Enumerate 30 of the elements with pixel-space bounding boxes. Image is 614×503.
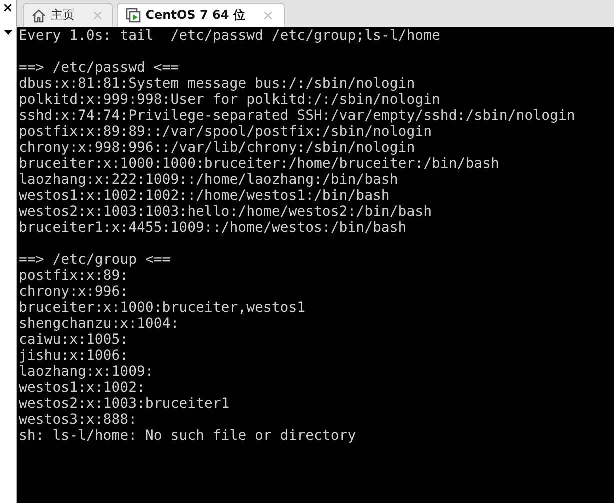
caret-icon[interactable] [4, 30, 12, 35]
terminal-line: shengchanzu:x:1004: [19, 316, 180, 332]
terminal-line: bruceiter1:x:4455:1009::/home/westos:/bin/bash [19, 220, 407, 236]
tab[interactable]: CentOS 7 64 位 × [116, 3, 286, 27]
terminal-line: westos2:x:1003:bruceiter1 [19, 396, 230, 412]
terminal-line: chrony:x:996: [19, 284, 129, 300]
vm-icon [126, 8, 141, 23]
home-icon [32, 8, 46, 22]
terminal-line: caiwu:x:1005: [19, 332, 129, 348]
terminal-line: westos3:x:888: [19, 412, 138, 428]
file-heading: ==> /etc/passwd <== [19, 60, 180, 76]
file-heading: ==> /etc/group <== [19, 252, 171, 268]
terminal-line: chrony:x:998:996::/var/lib/chrony:/sbin/nologin [19, 140, 416, 156]
close-button[interactable]: × [2, 2, 14, 16]
terminal-line: postfix:x:89: [19, 268, 129, 284]
terminal-line: bruceiter:x:1000:1000:bruceiter:/home/bruceiter:/bin/bash [19, 156, 500, 172]
terminal-line: postfix:x:89:89::/var/spool/postfix:/sbin/nologin [19, 124, 432, 140]
terminal-line: westos1:x:1002:1002::/home/westos1:/bin/bash [19, 188, 390, 204]
terminal-line: sshd:x:74:74:Privilege-separated SSH:/var/empty/sshd:/sbin/nologin [19, 108, 576, 124]
terminal-line: westos2:x:1003:1003:hello:/home/westos2:/bin/bash [19, 204, 432, 220]
terminal-line: laozhang:x:222:1009::/home/laozhang:/bin/bash [19, 172, 398, 188]
tab[interactable]: 主页 × [23, 3, 113, 27]
terminal-header: Every 1.0s: tail /etc/passwd /etc/group;ls-l/home [19, 28, 440, 44]
terminal-line: laozhang:x:1009: [19, 364, 154, 380]
error-message: sh: ls-l/home: No such file or directory [19, 428, 356, 444]
terminal-line: dbus:x:81:81:System message bus:/:/sbin/nologin [19, 76, 416, 92]
terminal-line: polkitd:x:999:998:User for polkitd:/:/sbin/nologin [19, 92, 440, 108]
terminal-line: bruceiter:x:1000:bruceiter,westos1 [19, 300, 306, 316]
terminal-line: jishu:x:1006: [19, 348, 129, 364]
terminal-line: westos1:x:1002: [19, 380, 146, 396]
